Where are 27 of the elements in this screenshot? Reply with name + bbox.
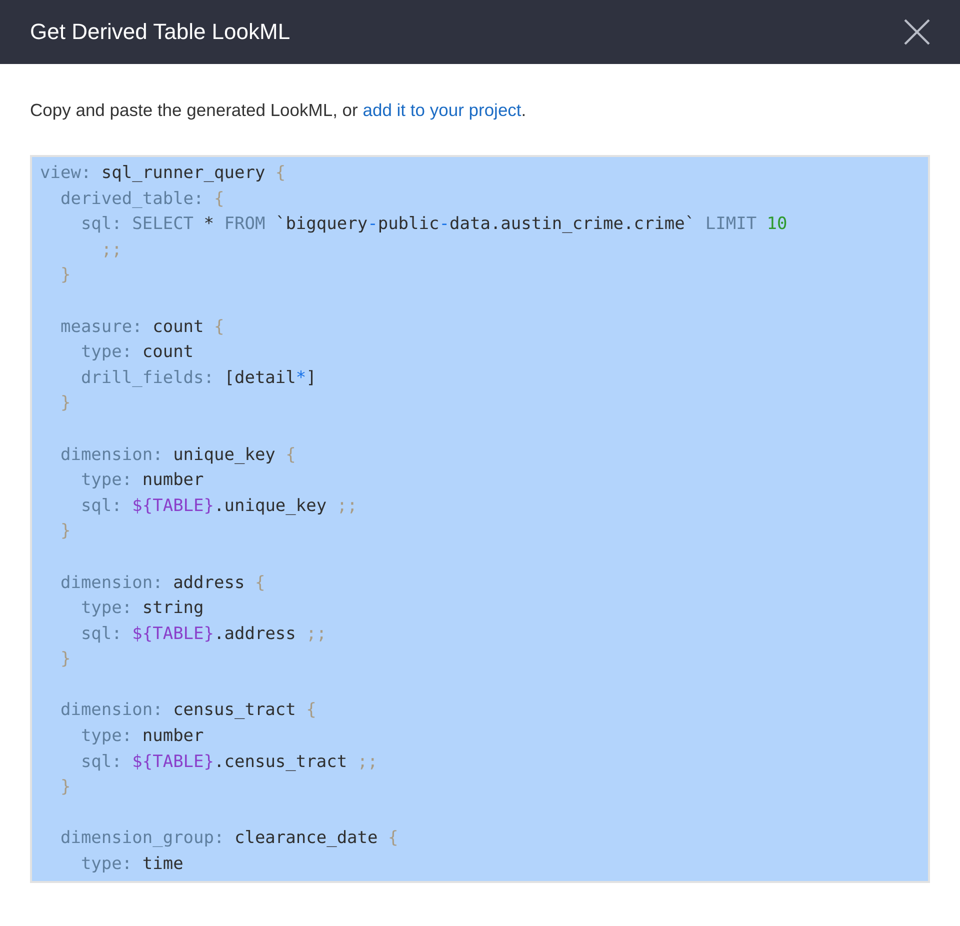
code-line: sql: SELECT * FROM `bigquery-public-data.austin_crime.crime` LIMIT 10 xyxy=(80,213,788,236)
code-line: measure: count { xyxy=(59,316,224,339)
code-line: sql: ${TABLE}.census_tract ;; xyxy=(80,750,378,774)
code-line: dimension: census_tract { xyxy=(59,699,316,722)
code-line: sql: ${TABLE}.unique_key ;; xyxy=(80,494,358,518)
code-line: type: time xyxy=(80,853,184,876)
code-line: type: count xyxy=(80,341,194,364)
code-line: type: number xyxy=(80,469,204,492)
code-line: derived_table: { xyxy=(59,188,224,211)
code-line: view: sql_runner_query { xyxy=(40,162,286,185)
code-line: } xyxy=(59,776,71,800)
code-line: } xyxy=(59,264,71,288)
code-line: sql: ${TABLE}.address ;; xyxy=(80,622,327,646)
dialog-title: Get Derived Table LookML xyxy=(30,19,290,45)
code-line: dimension: address { xyxy=(59,572,266,594)
add-to-project-link[interactable]: add it to your project xyxy=(362,100,522,120)
code-line: drill_fields: [detail*] xyxy=(80,366,316,390)
close-icon[interactable] xyxy=(904,19,930,45)
code-line: } xyxy=(59,648,71,672)
code-line: type: string xyxy=(80,597,204,620)
code-line: } xyxy=(59,392,71,416)
instruction-text: Copy and paste the generated LookML, or add it to your project. xyxy=(30,100,528,121)
code-line: } xyxy=(59,520,71,544)
code-line: dimension_group: clearance_date { xyxy=(59,827,398,850)
code-line: dimension: unique_key { xyxy=(59,444,296,467)
code-line: type: number xyxy=(80,725,204,748)
code-line: ;; xyxy=(100,238,122,262)
